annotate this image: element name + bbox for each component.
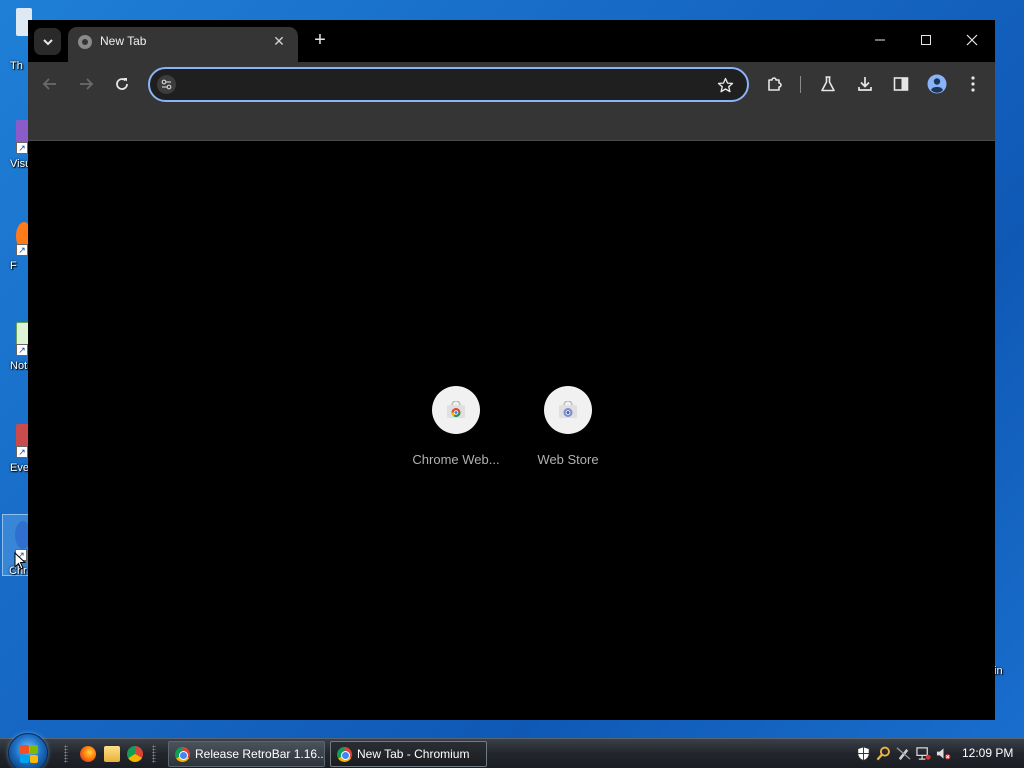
taskbar-button-new-tab[interactable]: New Tab - Chromium xyxy=(330,741,487,767)
taskbar: Release RetroBar 1.16... New Tab - Chrom… xyxy=(0,733,1024,768)
shortcut-label: Web Store xyxy=(537,452,599,467)
site-info-icon[interactable] xyxy=(157,75,176,94)
toolbar-separator xyxy=(800,76,801,93)
tab-search-button[interactable] xyxy=(34,28,61,55)
download-icon xyxy=(858,77,872,91)
maximize-icon xyxy=(921,35,931,45)
close-window-button[interactable] xyxy=(949,26,995,54)
firefox-icon[interactable] xyxy=(80,746,96,762)
shortcut-arrow-icon: ↗ xyxy=(16,344,28,356)
browser-window: New Tab ✕ + Chrome Web... Web Store xyxy=(28,20,995,720)
chromium-icon xyxy=(337,747,352,762)
downloads-button[interactable] xyxy=(852,71,878,97)
arrow-right-icon xyxy=(80,78,94,90)
chromium-icon xyxy=(175,747,190,762)
star-icon xyxy=(717,77,733,92)
extensions-button[interactable] xyxy=(762,71,788,97)
tune-icon xyxy=(161,79,172,90)
shield-icon[interactable] xyxy=(856,746,871,761)
arrow-left-icon xyxy=(42,78,56,90)
reload-button[interactable] xyxy=(109,71,135,97)
address-bar[interactable] xyxy=(148,67,749,102)
web-store-icon xyxy=(559,401,577,418)
avatar-icon xyxy=(927,74,947,94)
shortcut-arrow-icon: ↗ xyxy=(16,142,28,154)
labs-button[interactable] xyxy=(815,71,841,97)
shortcut-arrow-icon: ↗ xyxy=(16,446,28,458)
shortcut-chrome-web-store[interactable]: Chrome Web... xyxy=(401,386,511,476)
menu-button[interactable] xyxy=(960,71,986,97)
shortcut-icon-circle xyxy=(432,386,480,434)
tab-title: New Tab xyxy=(100,34,147,48)
pen-disabled-icon[interactable] xyxy=(896,746,911,761)
taskbar-button-label: New Tab - Chromium xyxy=(357,747,470,761)
title-bar: New Tab ✕ + xyxy=(28,20,995,62)
taskbar-grip[interactable] xyxy=(64,745,68,763)
toolbar xyxy=(28,62,995,106)
more-vertical-icon xyxy=(971,76,975,92)
chevron-down-icon xyxy=(42,38,53,45)
shortcut-icon-circle xyxy=(544,386,592,434)
side-panel-icon xyxy=(893,77,909,91)
minimize-button[interactable] xyxy=(857,26,903,54)
folder-icon[interactable] xyxy=(104,746,120,762)
desktop-icon-label: F xyxy=(10,260,17,272)
tab-new-tab[interactable]: New Tab ✕ xyxy=(68,27,298,62)
desktop-icon-label-right: in xyxy=(994,665,1003,677)
flask-icon xyxy=(821,76,835,92)
desktop-icon-label: Eve xyxy=(10,462,29,474)
side-panel-button[interactable] xyxy=(888,71,914,97)
start-button[interactable] xyxy=(8,733,48,768)
maximize-button[interactable] xyxy=(903,26,949,54)
chrome-web-store-icon xyxy=(447,401,465,418)
puzzle-icon xyxy=(768,77,782,91)
taskbar-button-retrobar[interactable]: Release RetroBar 1.16... xyxy=(168,741,325,767)
shortcut-web-store[interactable]: Web Store xyxy=(513,386,623,476)
taskbar-clock[interactable]: 12:09 PM xyxy=(962,746,1013,760)
new-tab-page: Chrome Web... Web Store xyxy=(28,142,995,720)
search-icon[interactable] xyxy=(876,746,891,761)
bookmarks-bar xyxy=(28,106,995,141)
tab-favicon-icon xyxy=(78,35,92,49)
minimize-icon xyxy=(875,39,885,41)
chromium-quicklaunch-icon[interactable] xyxy=(127,746,143,762)
desktop-icon-label: Th xyxy=(10,60,23,72)
profile-button[interactable] xyxy=(924,71,950,97)
close-icon xyxy=(966,34,978,46)
forward-button[interactable] xyxy=(73,71,99,97)
shortcut-label: Chrome Web... xyxy=(412,452,500,467)
address-input[interactable] xyxy=(182,74,702,95)
windows-logo-icon xyxy=(20,745,38,763)
new-tab-button[interactable]: + xyxy=(309,29,331,51)
mouse-cursor-icon xyxy=(14,552,26,570)
shortcut-arrow-icon: ↗ xyxy=(16,244,28,256)
back-button[interactable] xyxy=(37,71,63,97)
taskbar-grip[interactable] xyxy=(152,745,156,763)
tab-close-button[interactable]: ✕ xyxy=(270,32,288,50)
desktop-icon-label: Not xyxy=(10,360,28,372)
reload-icon xyxy=(116,78,128,90)
volume-muted-icon[interactable] xyxy=(936,746,951,761)
bookmark-star-button[interactable] xyxy=(715,75,735,95)
network-icon[interactable] xyxy=(916,746,931,761)
taskbar-button-label: Release RetroBar 1.16... xyxy=(195,747,325,761)
